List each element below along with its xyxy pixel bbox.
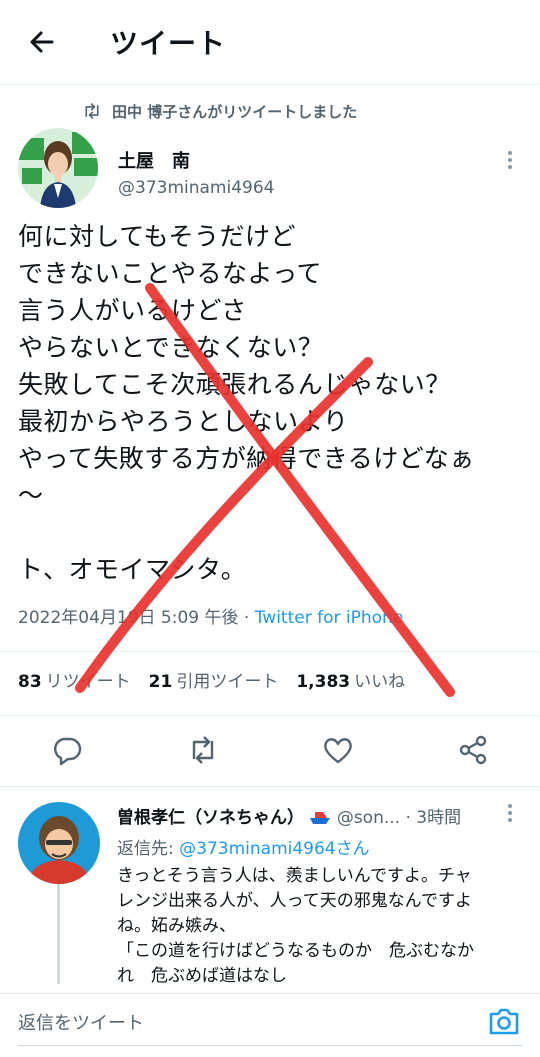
tweet-line: 最初からやろうとしないより [18, 407, 349, 436]
retweets-label[interactable]: リツイート [46, 672, 131, 692]
tweet-meta: 2022年04月19日 5:09 午後 · Twitter for iPhone [18, 603, 403, 628]
author-avatar[interactable] [18, 128, 98, 208]
reply-line: きっとそう言う人は、羨ましいんですよ。チャ [117, 866, 472, 886]
divider [0, 786, 540, 787]
reply-line: 「この道を行けばどうなるものか 危ぶむなか [117, 941, 474, 961]
quotes-count[interactable]: 21 [149, 672, 173, 692]
reply-author-name[interactable]: 曽根孝仁（ソネちゃん） [117, 808, 304, 828]
replying-to-label: 返信先: [117, 839, 180, 859]
tweet-timestamp[interactable]: 2022年04月19日 5:09 午後 [18, 608, 239, 628]
reply-header: 曽根孝仁（ソネちゃん） @son... · 3時間 [117, 803, 461, 828]
reply-line: れ 危ぶめば道はなし [117, 966, 287, 986]
tweet-line: 失敗してこそ次頑張れるんじゃない？ [18, 370, 451, 399]
replying-to-handle[interactable]: @373minami4964さん [179, 839, 369, 859]
app-header: ツイート [0, 0, 540, 85]
reply-icon[interactable] [50, 733, 84, 767]
meta-separator: · [238, 608, 255, 628]
tweet-line: 言う人がいるけどさ [18, 296, 247, 325]
boat-emoji-icon [310, 812, 331, 824]
retweet-action-icon[interactable] [186, 733, 220, 767]
tweet-line: 何に対してもそうだけど [18, 222, 297, 251]
divider [0, 993, 540, 994]
likes-count[interactable]: 1,383 [296, 672, 350, 692]
reply-time: · 3時間 [405, 808, 462, 828]
share-icon[interactable] [456, 733, 490, 767]
camera-icon[interactable] [486, 1003, 522, 1039]
divider [0, 651, 540, 652]
tweet-line: できないことやるなよって [18, 259, 323, 288]
tweet-line: やらないとできなくない？ [18, 333, 324, 362]
reply-composer-input[interactable]: 返信をツイート [18, 1009, 144, 1035]
tweet-line: 〜 [18, 481, 44, 510]
retweet-context[interactable]: 田中 博子さんがリツイートしました [82, 98, 357, 124]
reply-body: きっとそう言う人は、羨ましいんですよ。チャ レンジ出来る人が、人って天の邪鬼なん… [117, 864, 527, 989]
like-icon[interactable] [321, 733, 355, 767]
tweet-line [18, 514, 528, 551]
reply-line: ね。妬み嫉み、 [117, 916, 236, 936]
tweet-line: ト、オモイマシタ。 [18, 555, 247, 584]
reply-composer-bar: 返信をツイート [0, 993, 540, 1057]
composer-underline [18, 1045, 522, 1046]
reply-more-options-icon[interactable] [502, 802, 518, 824]
retweet-context-label: 田中 博子さんがリツイートしました [112, 102, 358, 121]
tweet-line: やって失敗する方が納得できるけどなぁ [18, 444, 475, 473]
more-options-icon[interactable] [500, 148, 520, 172]
back-arrow-icon[interactable] [26, 26, 58, 58]
reply-line: レンジ出来る人が、人って天の邪鬼なんですよ [117, 891, 472, 911]
reply-avatar-image [18, 802, 100, 884]
tweet-body: 何に対してもそうだけど できないことやるなよって 言う人がいるけどさ やらないと… [18, 218, 528, 588]
tweet-stats: 83 リツイート 21 引用ツイート 1,383 いいね [18, 667, 423, 692]
divider [0, 715, 540, 716]
author-handle[interactable]: @373minami4964 [118, 178, 274, 198]
author-avatar-image [18, 128, 98, 208]
retweets-count[interactable]: 83 [18, 672, 42, 692]
author-name[interactable]: 土屋 南 [118, 147, 190, 173]
thread-connector [57, 884, 60, 984]
retweet-icon [85, 103, 99, 119]
quotes-label[interactable]: 引用ツイート [176, 672, 278, 692]
page-title: ツイート [110, 27, 227, 60]
likes-label[interactable]: いいね [354, 672, 405, 692]
reply-author-avatar[interactable] [18, 802, 100, 884]
tweet-source-link[interactable]: Twitter for iPhone [255, 608, 404, 628]
reply-author-handle[interactable]: @son... [337, 808, 400, 828]
replying-to: 返信先: @373minami4964さん [117, 834, 370, 859]
